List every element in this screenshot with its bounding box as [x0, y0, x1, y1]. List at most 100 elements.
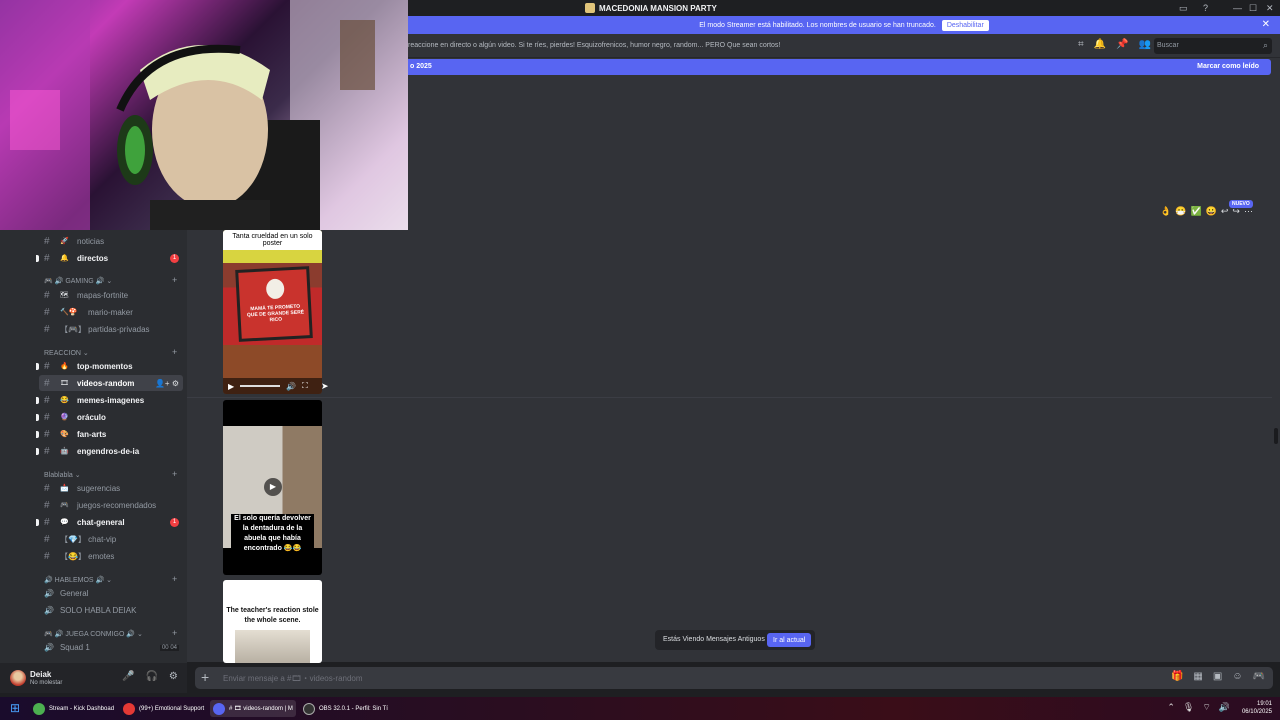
gear-icon[interactable]: ⚙	[169, 671, 178, 682]
taskbar-app-emotional[interactable]: (99+) Emotional Support	[120, 700, 207, 717]
play-icon[interactable]: ▶	[264, 478, 282, 496]
channel-chat-general[interactable]: # 💬 chat-general 1	[0, 514, 187, 530]
banner-close-icon[interactable]: ✕	[1262, 19, 1270, 30]
channel-emoji: 🔮	[60, 414, 69, 421]
chevron-up-icon[interactable]: ⌃	[1167, 702, 1175, 713]
add-channel-icon[interactable]: +	[172, 347, 177, 357]
channel-emoji: 🔨🍄	[60, 309, 78, 316]
video-attachment[interactable]: Tanta crueldad en un solo poster MAMÁ TE…	[223, 230, 322, 394]
hash-icon: #	[44, 289, 50, 301]
checkmark-reaction-icon[interactable]: ✅	[1190, 206, 1201, 220]
microphone-icon[interactable]: 🎤	[122, 671, 134, 682]
channel-header: reaccione en directo o algún video. Si t…	[408, 34, 1280, 58]
old-messages-notice: Estás Viendo Mensajes Antiguos Ir al act…	[655, 630, 815, 650]
sick-face-reaction-icon[interactable]: 😷	[1175, 206, 1186, 220]
category-reaccion[interactable]: REACCION ⌄	[44, 349, 89, 357]
unread-indicator	[36, 430, 39, 438]
hash-icon: #	[44, 499, 50, 511]
channel-oraculo[interactable]: # 🔮 oráculo	[0, 409, 187, 425]
volume-icon[interactable]: 🔊	[1219, 702, 1230, 713]
voice-channel-solo-habla-deiak[interactable]: 🔊 SOLO HABLA DEIAK	[44, 606, 136, 615]
member-list-icon[interactable]: 👥	[1139, 39, 1151, 50]
progress-bar[interactable]	[240, 385, 281, 387]
channel-juegos-recomendados[interactable]: # 🎮 juegos-recomendados	[0, 497, 187, 513]
channel-settings-icons[interactable]: 👤+ ⚙	[155, 379, 179, 388]
category-hablemos[interactable]: 🔊 HABLEMOS 🔊 ⌄	[44, 576, 112, 584]
play-icon[interactable]: ▶	[228, 382, 234, 391]
emoji-icon[interactable]: ☺	[1232, 671, 1242, 682]
avatar[interactable]	[10, 670, 26, 686]
new-messages-bar[interactable]: o 2025 Marcar como leído	[408, 59, 1271, 75]
mention-badge: 1	[170, 517, 179, 527]
help-icon[interactable]: ?	[1203, 3, 1208, 13]
reply-icon[interactable]: ↩	[1221, 206, 1229, 220]
add-channel-icon[interactable]: +	[172, 469, 177, 479]
maximize-button[interactable]: ☐	[1249, 3, 1257, 14]
user-panel: Deiak No molestar 🎤 🎧 ⚙	[0, 663, 187, 693]
category-gaming[interactable]: 🎮 🔊 GAMING 🔊 ⌄	[44, 277, 112, 285]
scrollbar[interactable]	[1274, 428, 1278, 444]
minimize-button[interactable]: —	[1233, 3, 1242, 13]
video-attachment[interactable]: The teacher's reaction stole the whole s…	[223, 580, 322, 663]
jump-to-present-button[interactable]: Ir al actual	[767, 633, 812, 647]
user-name[interactable]: Deiak	[30, 670, 51, 679]
channel-directos[interactable]: # 🔔 directos 1	[0, 250, 187, 266]
microphone-icon[interactable]: 🎙	[1183, 702, 1194, 713]
search-box[interactable]: Buscar ⌕	[1154, 38, 1272, 54]
gif-icon[interactable]: ▦	[1193, 671, 1202, 682]
channel-mapas-fortnite[interactable]: # 🗺 mapas-fortnite	[0, 287, 187, 303]
channel-name: sugerencias	[77, 483, 121, 493]
notification-bell-icon[interactable]: 🔔	[1094, 39, 1106, 50]
taskbar-app-obs[interactable]: OBS 32.0.1 - Perfil: Sin Tí	[300, 700, 391, 717]
gift-icon[interactable]: 🎁	[1171, 671, 1183, 682]
apps-icon[interactable]: 🎮	[1253, 671, 1265, 682]
channel-memes-imagenes[interactable]: # 😂 memes-imagenes	[0, 392, 187, 408]
add-channel-icon[interactable]: +	[172, 275, 177, 285]
taskbar-app-discord[interactable]: # 🎞 videos-random | M	[210, 700, 296, 717]
taskbar-app-kick[interactable]: Stream - Kick Dashboad	[30, 700, 117, 717]
more-options-icon[interactable]: ⋯	[1244, 206, 1253, 220]
forward-icon[interactable]: ↪	[1232, 206, 1240, 220]
ok-hand-reaction-icon[interactable]: 👌	[1160, 206, 1171, 220]
message-composer[interactable]: + Enviar mensaje a #🎞・videos-random 🎁 ▦ …	[195, 667, 1273, 689]
inbox-icon[interactable]: ▭	[1179, 3, 1188, 14]
headphones-icon[interactable]: 🎧	[145, 671, 157, 682]
speaker-icon: 🔊	[44, 589, 54, 598]
channel-topic[interactable]: reaccione en directo o algún video. Si t…	[408, 42, 780, 49]
channel-chat-vip[interactable]: # 【💎】 chat-vip	[0, 531, 187, 547]
channel-fan-arts[interactable]: # 🎨 fan-arts	[0, 426, 187, 442]
voice-channel-general[interactable]: 🔊 General	[44, 589, 88, 598]
wifi-icon[interactable]: ⌔	[1202, 702, 1210, 713]
taskbar-app-label: OBS 32.0.1 - Perfil: Sin Tí	[319, 705, 388, 712]
close-button[interactable]: ✕	[1266, 3, 1274, 14]
add-channel-icon[interactable]: +	[172, 574, 177, 584]
video-attachment[interactable]: ▶ El solo quería devolver la dentadura d…	[223, 400, 322, 575]
disable-streamer-button[interactable]: Deshabilitar	[941, 19, 989, 31]
channel-mario-maker[interactable]: # 🔨🍄 mario-maker	[0, 304, 187, 320]
channel-emoji: 🎮	[60, 502, 69, 509]
channel-engendros-de-ia[interactable]: # 🤖 engendros-de-ia	[0, 443, 187, 459]
sticker-icon[interactable]: ▣	[1213, 671, 1222, 682]
pin-icon[interactable]: 📌	[1116, 39, 1128, 50]
voice-channel-squad-1[interactable]: 🔊 Squad 1 00 04	[44, 643, 179, 652]
channel-emotes[interactable]: # 【😂】 emotes	[0, 548, 187, 564]
mark-as-read-button[interactable]: Marcar como leído	[1197, 63, 1259, 70]
attach-plus-icon[interactable]: +	[201, 669, 209, 685]
channel-sugerencias[interactable]: # 📩 sugerencias	[0, 480, 187, 496]
threads-icon[interactable]: ⌗	[1078, 39, 1084, 50]
add-channel-icon[interactable]: +	[172, 628, 177, 638]
channel-partidas-privadas[interactable]: # 【🎮】 partidas-privadas	[0, 321, 187, 337]
windows-start-icon[interactable]: ⊞	[10, 701, 20, 715]
channel-emoji: 🔥	[60, 363, 69, 370]
streamer-mode-banner: El modo Streamer está habilitado. Los no…	[408, 16, 1280, 34]
category-blablabla[interactable]: Blablabla ⌄	[44, 471, 81, 479]
fullscreen-icon[interactable]: ⛶	[302, 381, 308, 391]
add-reaction-icon[interactable]: 😀	[1206, 206, 1217, 220]
channel-noticias[interactable]: # 🚀 noticias	[0, 233, 187, 249]
hash-icon: #	[44, 235, 50, 247]
category-juega-conmigo[interactable]: 🎮 🔊 JUEGA CONMIGO 🔊 ⌄	[44, 630, 143, 638]
clock[interactable]: 19:01 06/10/2025	[1242, 700, 1272, 716]
volume-icon[interactable]: 🔊	[286, 382, 296, 391]
channel-top-momentos[interactable]: # 🔥 top-momentos	[0, 358, 187, 374]
channel-videos-random[interactable]: # 🎞 videos-random 👤+ ⚙	[39, 375, 183, 391]
